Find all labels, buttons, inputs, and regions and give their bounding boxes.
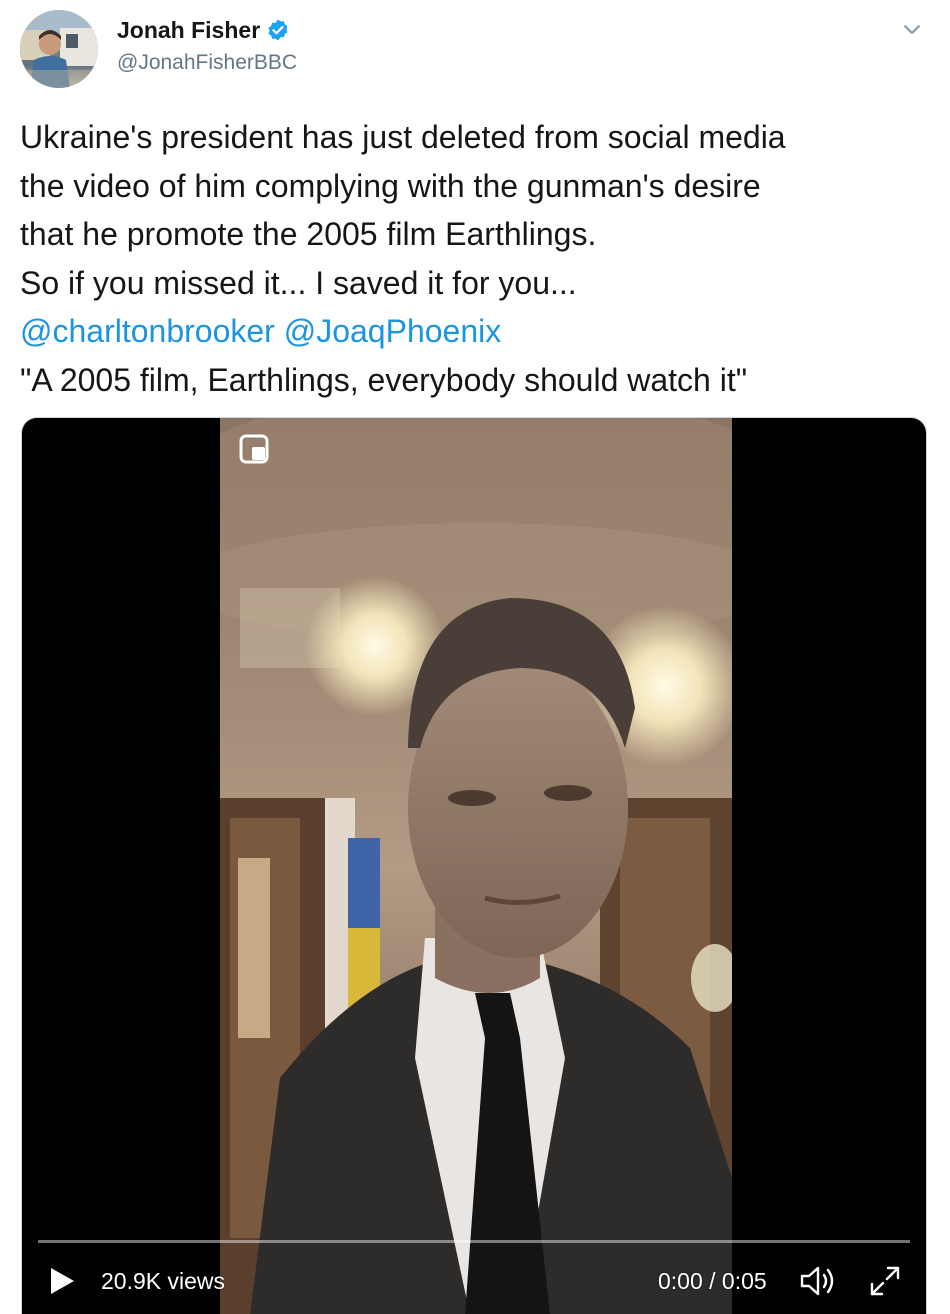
verified-badge-icon [268,19,288,41]
tweet: Jonah Fisher @JonahFisherBBC Ukraine's p… [0,0,950,1314]
avatar[interactable] [20,10,98,88]
tweet-text: Ukraine's president has just deleted fro… [20,113,935,404]
author-handle[interactable]: @JonahFisherBBC [117,49,297,77]
view-count: 20.9K views [101,1268,226,1294]
video-still-image [220,418,732,1314]
video-controls: 20.9K views 0:00 / 0:05 [22,1258,926,1304]
mention-link[interactable]: @charltonbrooker [20,313,275,349]
tweet-text-line: the video of him complying with the gunm… [20,167,761,204]
play-icon[interactable] [48,1266,76,1296]
video-time: 0:00 / 0:05 [658,1268,767,1294]
author-name[interactable]: Jonah Fisher [117,15,260,45]
video-progress-bar[interactable] [38,1240,910,1243]
tweet-text-line: Ukraine's president has just deleted fro… [20,119,786,155]
picture-in-picture-icon[interactable] [238,433,270,465]
tweet-text-line: that he promote the 2005 film Earthlings… [20,216,597,252]
mention-link[interactable]: @JoaqPhoenix [284,313,502,349]
chevron-down-icon[interactable] [898,16,926,44]
author-name-row[interactable]: Jonah Fisher [117,15,290,45]
video-frame[interactable] [220,418,732,1314]
fullscreen-icon[interactable] [868,1264,902,1298]
volume-icon[interactable] [798,1264,838,1298]
tweet-quote-line: "A 2005 film, Earthlings, everybody shou… [20,361,748,398]
mentions-line: @charltonbrooker @JoaqPhoenix [20,307,935,356]
video-player[interactable]: 20.9K views 0:00 / 0:05 [21,417,927,1314]
avatar-photo-icon [20,10,98,88]
tweet-text-line: So if you missed it... I saved it for yo… [20,264,577,301]
